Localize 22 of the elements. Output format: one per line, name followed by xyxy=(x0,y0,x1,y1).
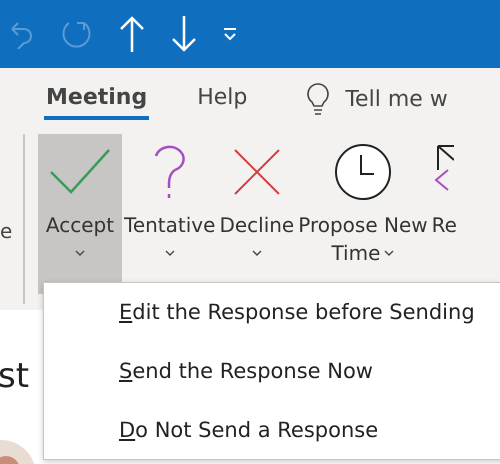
lightbulb-icon xyxy=(305,82,332,116)
clock-icon xyxy=(334,142,392,202)
ribbon-label: e xyxy=(0,218,14,244)
menu-item[interactable]: Edit the Response before Sending xyxy=(119,300,475,324)
down-arrow-icon[interactable] xyxy=(170,16,198,52)
ribbon-button[interactable]: Decline xyxy=(217,134,296,294)
ribbon-tab[interactable]: Help xyxy=(195,84,250,120)
menu-item[interactable]: Do Not Send a Response xyxy=(119,418,378,442)
ribbon-button[interactable]: Propose New Time xyxy=(296,134,430,294)
chevron-down-icon xyxy=(384,250,394,256)
chevron-down-icon xyxy=(252,250,262,256)
tell-me-search[interactable]: Tell me w xyxy=(345,86,448,112)
ribbon-tab[interactable]: Meeting xyxy=(44,84,150,120)
customize-icon[interactable] xyxy=(222,27,238,41)
chevron-down-icon xyxy=(75,250,85,256)
menu-item[interactable]: Send the Response Now xyxy=(119,358,373,383)
ribbon-button[interactable]: Re xyxy=(430,134,459,294)
up-arrow-icon[interactable] xyxy=(118,16,146,52)
ribbon-button[interactable]: Accept xyxy=(38,134,122,294)
chevron-down-icon xyxy=(164,250,175,256)
meeting-title: st xyxy=(0,356,30,396)
ribbon-button[interactable]: Tentative xyxy=(122,134,218,294)
